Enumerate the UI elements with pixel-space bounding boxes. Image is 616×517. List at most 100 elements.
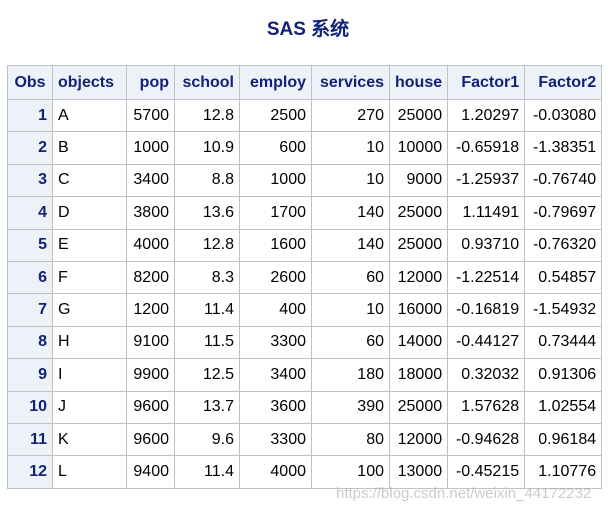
- cell-factor2: -0.76740: [525, 164, 603, 198]
- cell-factor2: 0.73444: [525, 326, 603, 360]
- cell-school: 8.8: [175, 164, 240, 198]
- cell-factor1: 0.93710: [448, 229, 526, 262]
- cell-obs: 3: [8, 164, 53, 198]
- table-row: 1 A 5700 12.8 2500 270 25000 1.20297 -0.03080: [8, 100, 603, 133]
- cell-house: 12000: [390, 261, 449, 295]
- cell-house: 18000: [390, 359, 449, 392]
- results-table: Obs objects pop school employ services h…: [7, 65, 603, 489]
- cell-factor2: -1.38351: [525, 132, 603, 165]
- cell-objects: C: [53, 164, 127, 198]
- cell-factor2: 0.96184: [525, 423, 603, 457]
- cell-school: 10.9: [175, 132, 240, 165]
- cell-factor1: 1.20297: [448, 100, 526, 133]
- cell-employ: 3600: [240, 391, 312, 424]
- table-row: 8 H 9100 11.5 3300 60 14000 -0.44127 0.73444: [8, 326, 603, 360]
- cell-obs: 5: [8, 229, 53, 262]
- cell-obs: 10: [8, 391, 53, 424]
- cell-pop: 1000: [127, 132, 175, 165]
- cell-school: 13.6: [175, 197, 240, 230]
- cell-objects: D: [53, 197, 127, 230]
- cell-obs: 2: [8, 132, 53, 165]
- cell-objects: K: [53, 423, 127, 457]
- cell-services: 140: [312, 229, 390, 262]
- cell-employ: 2600: [240, 261, 312, 295]
- cell-services: 390: [312, 391, 390, 424]
- page-title: SAS 系统: [266, 19, 350, 40]
- cell-house: 25000: [390, 100, 449, 133]
- cell-employ: 1000: [240, 164, 312, 198]
- cell-school: 12.8: [175, 229, 240, 262]
- cell-employ: 1700: [240, 197, 312, 230]
- cell-services: 100: [312, 456, 390, 489]
- table-row: 10 J 9600 13.7 3600 390 25000 1.57628 1.02554: [8, 391, 603, 424]
- cell-school: 11.4: [175, 294, 240, 327]
- cell-school: 9.6: [175, 423, 240, 457]
- cell-employ: 2500: [240, 100, 312, 133]
- cell-house: 13000: [390, 456, 449, 489]
- cell-employ: 1600: [240, 229, 312, 262]
- table-body: 1 A 5700 12.8 2500 270 25000 1.20297 -0.03080 2 B 1…: [8, 100, 603, 489]
- column-header-house: house: [390, 66, 449, 100]
- column-header-school: school: [175, 66, 240, 100]
- cell-factor1: -0.16819: [448, 294, 526, 327]
- cell-factor2: 1.10776: [525, 456, 603, 489]
- column-header-services: services: [312, 66, 390, 100]
- table-header: Obs objects pop school employ services h…: [8, 66, 603, 100]
- cell-factor2: 1.02554: [525, 391, 603, 424]
- cell-services: 180: [312, 359, 390, 392]
- cell-house: 25000: [390, 229, 449, 262]
- cell-services: 10: [312, 164, 390, 198]
- cell-objects: J: [53, 391, 127, 424]
- cell-employ: 3300: [240, 326, 312, 360]
- cell-house: 9000: [390, 164, 449, 198]
- cell-pop: 9600: [127, 423, 175, 457]
- cell-school: 11.5: [175, 326, 240, 360]
- cell-services: 60: [312, 261, 390, 295]
- cell-obs: 1: [8, 100, 53, 133]
- cell-factor2: 0.54857: [525, 261, 603, 295]
- cell-factor2: -0.76320: [525, 229, 603, 262]
- cell-factor1: 1.11491: [448, 197, 526, 230]
- cell-pop: 5700: [127, 100, 175, 133]
- cell-obs: 11: [8, 423, 53, 457]
- cell-pop: 9900: [127, 359, 175, 392]
- cell-objects: F: [53, 261, 127, 295]
- header-row: Obs objects pop school employ services h…: [8, 66, 603, 100]
- cell-employ: 3300: [240, 423, 312, 457]
- cell-objects: B: [53, 132, 127, 165]
- cell-house: 25000: [390, 197, 449, 230]
- table-row: 5 E 4000 12.8 1600 140 25000 0.93710 -0.76320: [8, 229, 603, 262]
- column-header-objects: objects: [53, 66, 127, 100]
- cell-services: 10: [312, 132, 390, 165]
- cell-objects: I: [53, 359, 127, 392]
- table-row: 11 K 9600 9.6 3300 80 12000 -0.94628 0.96184: [8, 423, 603, 457]
- column-header-pop: pop: [127, 66, 175, 100]
- cell-employ: 4000: [240, 456, 312, 489]
- table-row: 2 B 1000 10.9 600 10 10000 -0.65918 -1.38351: [8, 132, 603, 165]
- cell-objects: G: [53, 294, 127, 327]
- cell-factor1: -1.22514: [448, 261, 526, 295]
- cell-obs: 9: [8, 359, 53, 392]
- cell-house: 16000: [390, 294, 449, 327]
- column-header-obs: Obs: [8, 66, 53, 100]
- cell-factor1: -0.44127: [448, 326, 526, 360]
- table-row: 6 F 8200 8.3 2600 60 12000 -1.22514 0.54857: [8, 261, 603, 295]
- cell-services: 60: [312, 326, 390, 360]
- cell-services: 80: [312, 423, 390, 457]
- table-row: 9 I 9900 12.5 3400 180 18000 0.32032 0.91306: [8, 359, 603, 392]
- cell-factor1: -1.25937: [448, 164, 526, 198]
- cell-objects: A: [53, 100, 127, 133]
- cell-objects: L: [53, 456, 127, 489]
- cell-obs: 6: [8, 261, 53, 295]
- cell-pop: 9600: [127, 391, 175, 424]
- cell-house: 12000: [390, 423, 449, 457]
- cell-pop: 8200: [127, 261, 175, 295]
- cell-house: 25000: [390, 391, 449, 424]
- cell-factor1: -0.65918: [448, 132, 526, 165]
- column-header-employ: employ: [240, 66, 312, 100]
- cell-pop: 9400: [127, 456, 175, 489]
- cell-pop: 9100: [127, 326, 175, 360]
- cell-pop: 3400: [127, 164, 175, 198]
- cell-employ: 400: [240, 294, 312, 327]
- cell-factor2: 0.91306: [525, 359, 603, 392]
